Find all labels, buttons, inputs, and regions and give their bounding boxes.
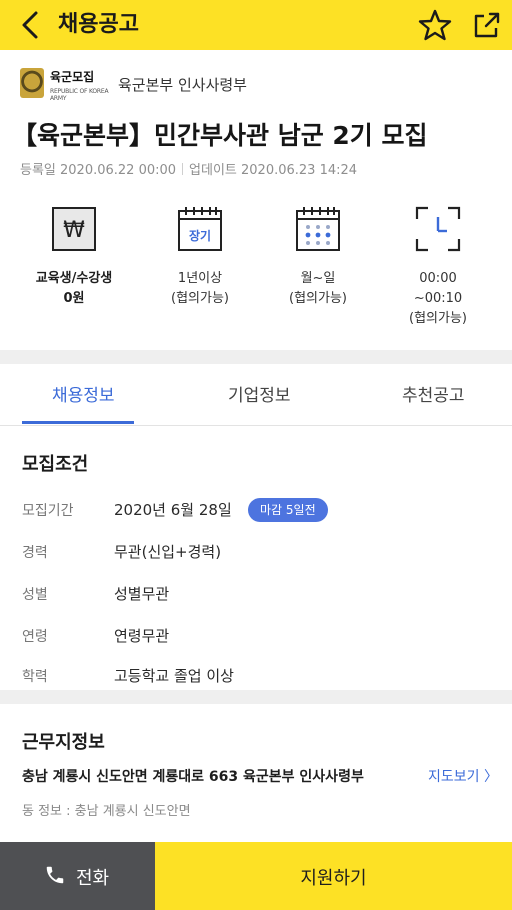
phone-icon bbox=[46, 866, 64, 884]
recruit-label-age: 연령 bbox=[22, 629, 48, 645]
recruit-label-education: 학력 bbox=[22, 669, 48, 685]
tab-bar: 채용정보 기업정보 추천공고 bbox=[0, 365, 512, 426]
chevron-left-icon[interactable] bbox=[14, 8, 48, 42]
days-note: (협의가능) bbox=[289, 291, 347, 306]
map-link[interactable]: 지도보기 〉 bbox=[428, 766, 498, 786]
registered-date: 등록일 2020.06.22 00:00 bbox=[20, 163, 177, 178]
app-bar: 채용공고 bbox=[0, 0, 512, 50]
recruit-label-period: 모집기간 bbox=[22, 503, 74, 519]
clock-icon bbox=[415, 206, 461, 252]
company-name[interactable]: 육군본부 인사사령부 bbox=[118, 74, 247, 95]
apply-button[interactable]: 지원하기 bbox=[155, 842, 512, 910]
star-outline-icon[interactable] bbox=[418, 8, 452, 42]
hours-end: ~00:10 bbox=[413, 291, 463, 306]
dong-info: 동 정보 : 충남 계룡시 신도안면 bbox=[22, 804, 191, 819]
svg-text:₩: ₩ bbox=[63, 218, 85, 243]
job-title: 【육군본부】민간부사관 남군 2기 모집 bbox=[12, 121, 428, 150]
period-note: (협의가능) bbox=[171, 291, 229, 306]
work-address: 충남 계룡시 신도안면 계룡대로 663 육군본부 인사사령부 bbox=[22, 769, 364, 785]
tab-company-info[interactable]: 기업정보 bbox=[228, 381, 291, 406]
won-icon: ₩ bbox=[52, 207, 96, 251]
section-divider bbox=[0, 350, 512, 364]
pay-amount: 0원 bbox=[63, 291, 85, 306]
period-value: 1년이상 bbox=[177, 271, 223, 286]
date-separator bbox=[182, 163, 184, 175]
logo-text: 육군모집 bbox=[50, 70, 95, 84]
bottom-action-bar: 전화 지원하기 bbox=[0, 842, 512, 910]
logo-subtext: REPUBLIC OF KOREA ARMY bbox=[50, 88, 109, 102]
hours-start: 00:00 bbox=[419, 271, 457, 286]
updated-date: 업데이트 2020.06.23 14:24 bbox=[189, 163, 358, 178]
army-emblem-icon bbox=[20, 68, 44, 98]
apply-label: 지원하기 bbox=[300, 868, 367, 889]
recruit-value-period: 2020년 6월 28일 bbox=[114, 501, 232, 519]
recruit-value-career: 무관(신입+경력) bbox=[114, 543, 222, 561]
calendar-long-term-icon: 장기 bbox=[178, 207, 222, 251]
calendar-icon-text: 장기 bbox=[189, 228, 211, 243]
call-label: 전화 bbox=[76, 868, 110, 889]
posting-dates: 등록일 2020.06.22 00:00 업데이트 2020.06.23 14:2… bbox=[20, 159, 357, 178]
location-section-title: 근무지정보 bbox=[22, 732, 105, 753]
calendar-days-icon bbox=[296, 207, 340, 251]
company-logo[interactable]: 육군모집 REPUBLIC OF KOREA ARMY bbox=[20, 66, 116, 106]
active-tab-indicator bbox=[22, 421, 134, 424]
share-icon[interactable] bbox=[470, 8, 504, 42]
company-header: 육군모집 REPUBLIC OF KOREA ARMY 육군본부 인사사령부 bbox=[20, 66, 500, 106]
days-value: 월~일 bbox=[300, 271, 336, 286]
condition-pay: ₩ 교육생/수강생 0원 bbox=[14, 205, 134, 309]
recruit-section-title: 모집조건 bbox=[22, 454, 89, 475]
recruit-label-career: 경력 bbox=[22, 545, 48, 561]
page-title: 채용공고 bbox=[58, 12, 139, 37]
condition-period: 장기 1년이상 (협의가능) bbox=[140, 205, 260, 309]
condition-days: 월~일 (협의가능) bbox=[258, 205, 378, 309]
recruit-value-gender: 성별무관 bbox=[114, 585, 170, 603]
deadline-badge: 마감 5일전 bbox=[248, 498, 328, 522]
tab-job-info[interactable]: 채용정보 bbox=[52, 381, 115, 406]
recruit-value-age: 연령무관 bbox=[114, 627, 170, 645]
hours-note: (협의가능) bbox=[409, 311, 467, 326]
call-button[interactable]: 전화 bbox=[0, 842, 155, 910]
recruit-value-education: 고등학교 졸업 이상 bbox=[114, 667, 234, 685]
condition-hours: 00:00 ~00:10 (협의가능) bbox=[378, 205, 498, 329]
tab-recommended[interactable]: 추천공고 bbox=[402, 381, 465, 406]
section-divider bbox=[0, 690, 512, 704]
recruit-label-gender: 성별 bbox=[22, 587, 48, 603]
pay-target: 교육생/수강생 bbox=[35, 271, 113, 286]
